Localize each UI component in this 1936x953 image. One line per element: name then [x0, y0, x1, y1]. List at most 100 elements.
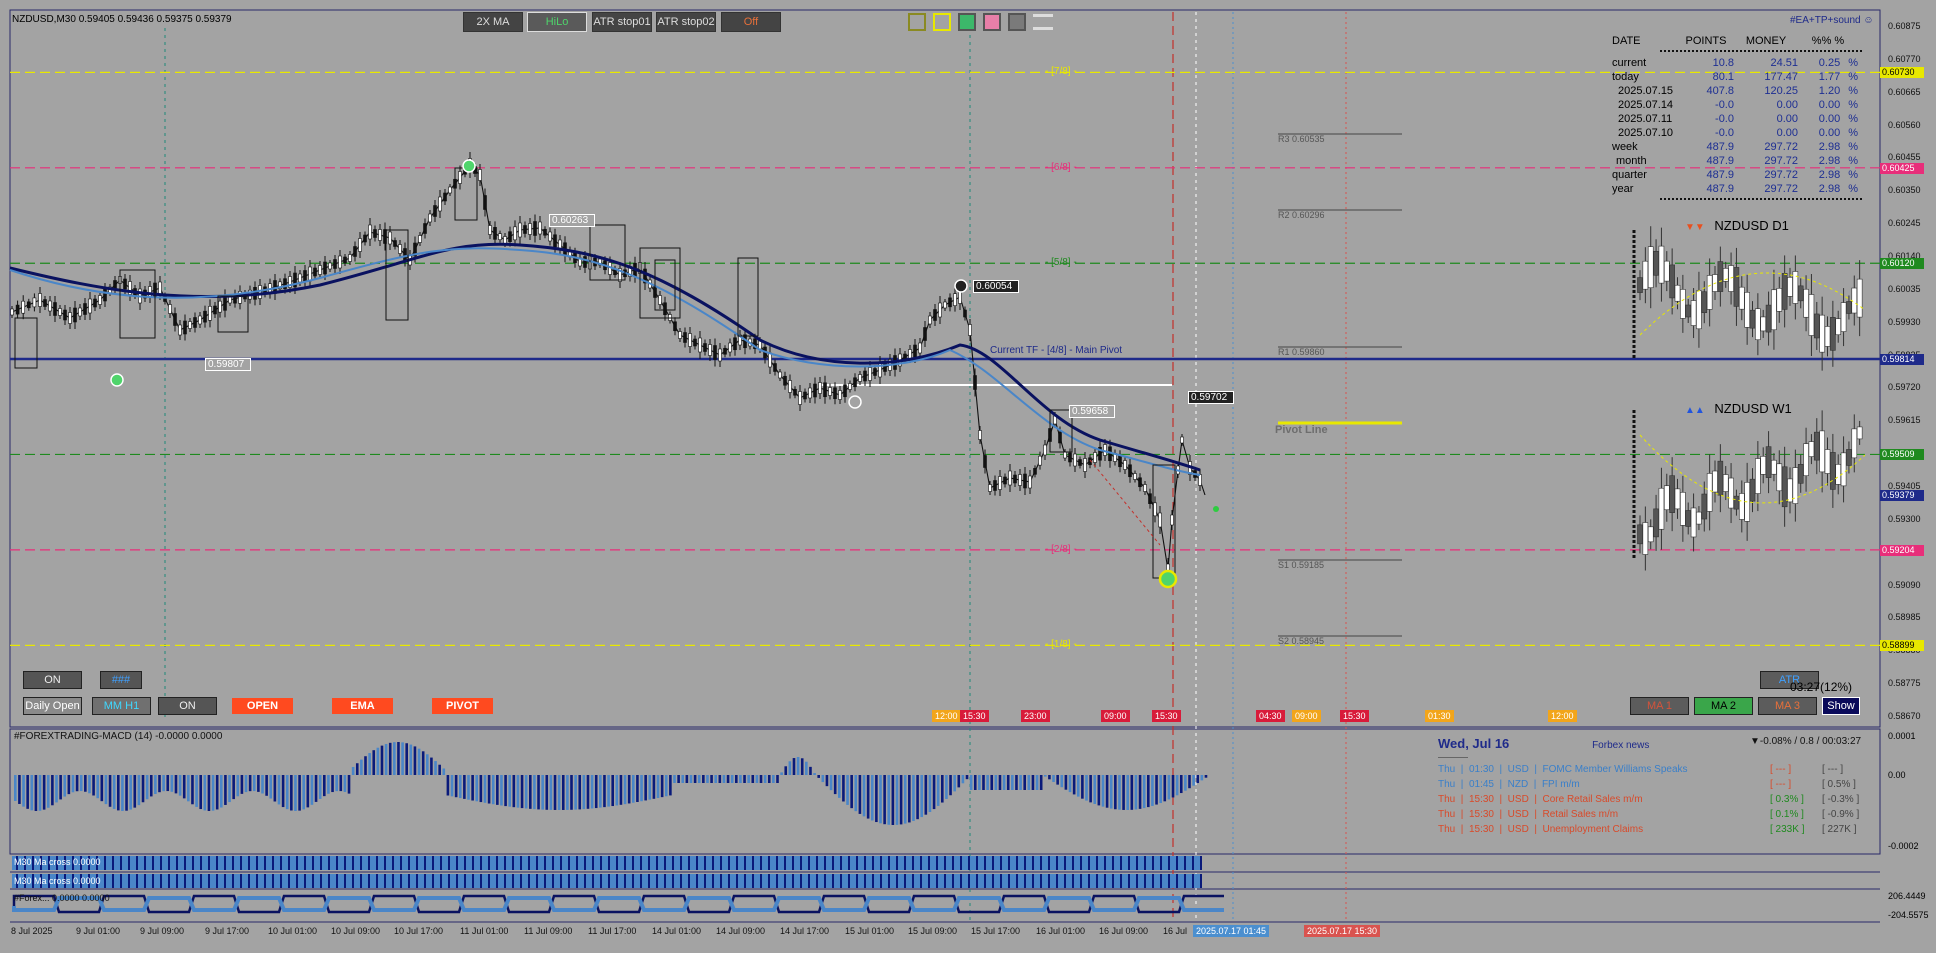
- candle-body: [83, 303, 87, 315]
- ma-cross-tick: [544, 856, 546, 870]
- news-item[interactable]: Thu | 01:30 | USD | FOMC Member Williams…: [1438, 762, 1858, 777]
- stats-cell-date: current: [1612, 57, 1647, 69]
- ma-cross-tick: [648, 856, 650, 870]
- macd-bar: [627, 775, 631, 804]
- candle-body: [923, 327, 927, 341]
- macd-bar: [986, 775, 989, 790]
- macd-bar: [953, 775, 956, 792]
- toolbar-off-button[interactable]: Off: [721, 12, 781, 32]
- show-button[interactable]: Show: [1822, 697, 1860, 715]
- macd-bar: [809, 766, 812, 775]
- candle-body: [918, 342, 922, 354]
- candle-body: [32, 297, 37, 308]
- pivot-button[interactable]: PIVOT: [432, 698, 493, 714]
- macd-bar: [928, 775, 932, 813]
- candle-body: [168, 304, 172, 314]
- macd-bar: [1093, 775, 1097, 804]
- toolbar-2xma-button[interactable]: 2X MA: [463, 12, 523, 32]
- ma-cross-tick: [1008, 856, 1010, 870]
- time-axis-label: 8 Jul 2025: [11, 926, 53, 936]
- toolbar-hilo-button[interactable]: HiLo: [527, 12, 587, 32]
- macd-bar: [149, 775, 153, 797]
- candle-body: [63, 309, 67, 321]
- candle-body: [713, 345, 717, 360]
- price-level-tag: 0.59814: [1880, 354, 1924, 365]
- ma-cross-tick: [224, 874, 226, 888]
- mini-candle-body: [1663, 485, 1670, 511]
- on-button-1[interactable]: ON: [23, 671, 82, 689]
- color-swatch[interactable]: [933, 13, 951, 31]
- color-swatch[interactable]: [983, 13, 1001, 31]
- candle-body: [418, 235, 422, 243]
- candle-body: [1133, 473, 1137, 480]
- price-axis-label: 0.59930: [1888, 316, 1921, 327]
- candle-body: [98, 295, 102, 305]
- price-line: [11, 164, 1206, 571]
- color-swatch[interactable]: [958, 13, 976, 31]
- ma1-button[interactable]: MA 1: [1630, 697, 1689, 715]
- macd-bar: [652, 775, 656, 799]
- ma-cross-tick: [1160, 874, 1162, 888]
- stats-cell-date: 2025.07.14: [1618, 99, 1674, 111]
- mini-candle-body: [1647, 246, 1654, 289]
- daily-open-button[interactable]: Daily Open: [23, 697, 82, 715]
- candle-body: [853, 377, 857, 388]
- mini-candle-body: [1781, 273, 1788, 310]
- macd-bar: [290, 775, 293, 811]
- stats-cell-pct: 0.00%: [1798, 112, 1858, 126]
- macd-bar: [603, 775, 606, 808]
- candle-body: [1118, 455, 1122, 468]
- main-panel-frame: [9, 9, 1881, 728]
- candle-body: [788, 380, 792, 393]
- mini-candle-body: [1738, 286, 1745, 310]
- price-axis-label: 0.60665: [1888, 86, 1921, 97]
- macd-bar: [578, 775, 582, 810]
- macd-bar: [903, 775, 907, 824]
- toolbar-atr-stop02-button[interactable]: ATR stop02: [656, 12, 716, 32]
- macd-bar: [1101, 775, 1105, 807]
- on-button-2[interactable]: ON: [158, 697, 217, 715]
- color-swatch[interactable]: [1008, 13, 1026, 31]
- ma3-button[interactable]: MA 3: [1758, 697, 1817, 715]
- open-button[interactable]: OPEN: [232, 698, 293, 714]
- macd-bar: [524, 775, 528, 809]
- candle-body: [548, 231, 552, 242]
- macd-bar: [1155, 775, 1158, 805]
- macd-bar: [619, 775, 623, 805]
- ma-cross-tick: [208, 874, 210, 888]
- news-item[interactable]: Thu | 01:45 | NZD | FPI m/m [ --- ] [ 0.5%…: [1438, 777, 1858, 792]
- color-swatch[interactable]: [908, 13, 926, 31]
- news-item[interactable]: Thu | 15:30 | USD | Retail Sales m/m [ 0.…: [1438, 807, 1859, 822]
- ma-cross-tick: [168, 856, 170, 870]
- ma-cross-tick: [1152, 874, 1154, 888]
- macd-bar: [883, 775, 886, 825]
- mm-h1-button[interactable]: MM H1: [92, 697, 151, 715]
- macd-bar: [487, 775, 491, 804]
- stats-cell-points: 80.1: [1712, 71, 1734, 83]
- stats-cell-money: 177.47: [1764, 71, 1798, 83]
- ma-cross-tick: [1160, 856, 1162, 870]
- ma-cross-tick: [328, 856, 330, 870]
- candle-body: [148, 286, 152, 298]
- mini-candle-body: [1824, 326, 1831, 347]
- ema-button[interactable]: EMA: [332, 698, 393, 714]
- macd-bar: [207, 775, 211, 811]
- macd-bar: [969, 775, 973, 790]
- macd-bar: [817, 775, 820, 778]
- candle-body: [358, 238, 362, 252]
- ma-cross-tick: [840, 856, 842, 870]
- hash-button[interactable]: ###: [100, 671, 142, 689]
- ma-cross-tick: [344, 874, 346, 888]
- swatch-lines-icon[interactable]: [1033, 14, 1053, 30]
- news-item[interactable]: Thu | 15:30 | USD | Unemployment Claims […: [1438, 822, 1858, 837]
- macd-bar: [767, 775, 771, 783]
- ma-cross-tick: [584, 874, 586, 888]
- ma-cross-tick: [256, 874, 258, 888]
- ma2-button[interactable]: MA 2: [1694, 697, 1753, 715]
- toolbar-atr-stop01-button[interactable]: ATR stop01: [592, 12, 652, 32]
- macd-bar: [706, 775, 709, 783]
- macd-bar: [1192, 775, 1195, 786]
- macd-bar: [327, 775, 330, 794]
- ma-cross-tick: [472, 856, 474, 870]
- news-item[interactable]: Thu | 15:30 | USD | Core Retail Sales m/…: [1438, 792, 1859, 807]
